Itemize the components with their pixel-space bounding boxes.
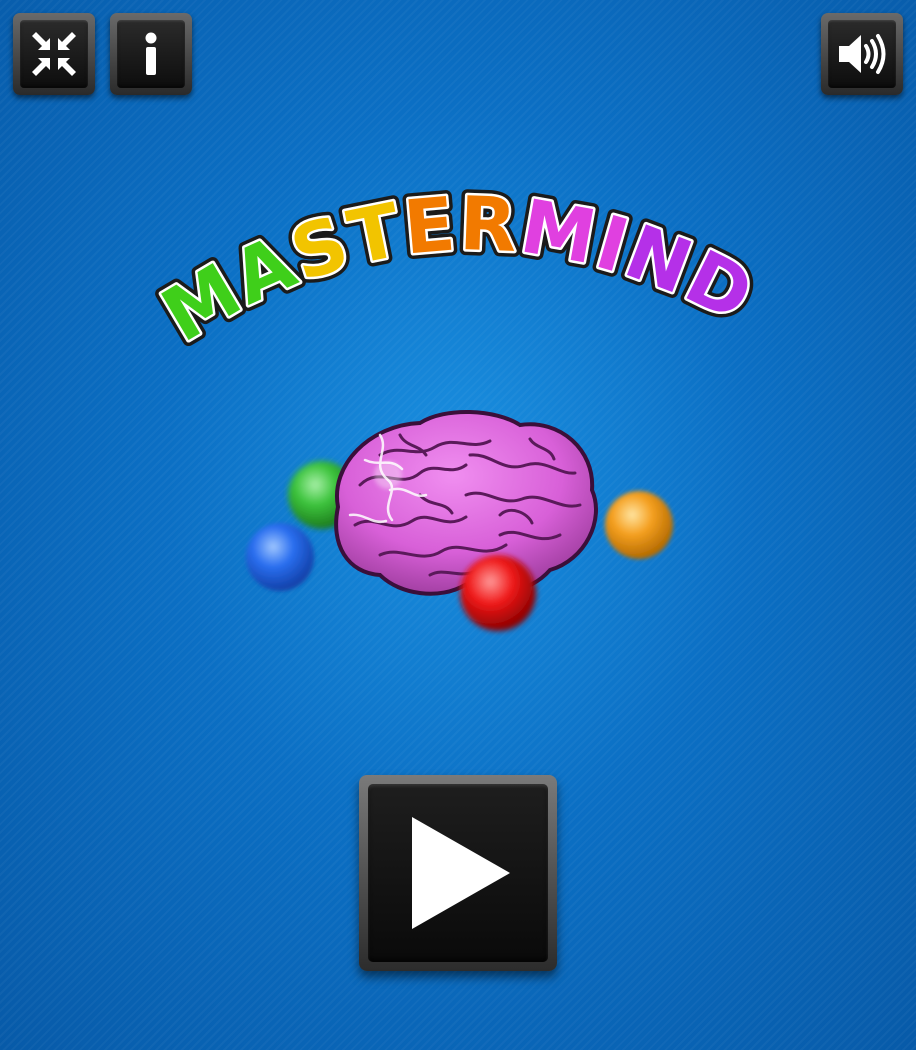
info-icon	[145, 32, 157, 75]
play-button-face	[368, 784, 548, 962]
title-text: MASTERMIND	[150, 181, 767, 359]
title-letter: E	[400, 181, 460, 271]
info-button-face	[117, 20, 185, 88]
collapse-arrows-icon	[32, 32, 76, 76]
play-button[interactable]	[359, 775, 557, 971]
fullscreen-button[interactable]	[13, 13, 95, 95]
game-title: MASTERMIND MASTERMIND MASTERMIND	[142, 150, 771, 370]
fullscreen-button-face	[20, 20, 88, 88]
red-orb	[460, 555, 536, 631]
brain-image	[334, 409, 598, 596]
hero-illustration	[230, 395, 690, 655]
title-letter: M	[515, 184, 605, 282]
blue-orb	[246, 523, 314, 591]
game-title-logo: MASTERMIND MASTERMIND MASTERMIND	[142, 175, 771, 365]
sound-button[interactable]	[821, 13, 903, 95]
orange-orb	[605, 491, 673, 559]
info-button[interactable]	[110, 13, 192, 95]
play-icon	[412, 817, 510, 929]
title-letter: R	[458, 181, 520, 269]
sound-button-face	[828, 20, 896, 88]
speaker-icon	[839, 34, 886, 74]
